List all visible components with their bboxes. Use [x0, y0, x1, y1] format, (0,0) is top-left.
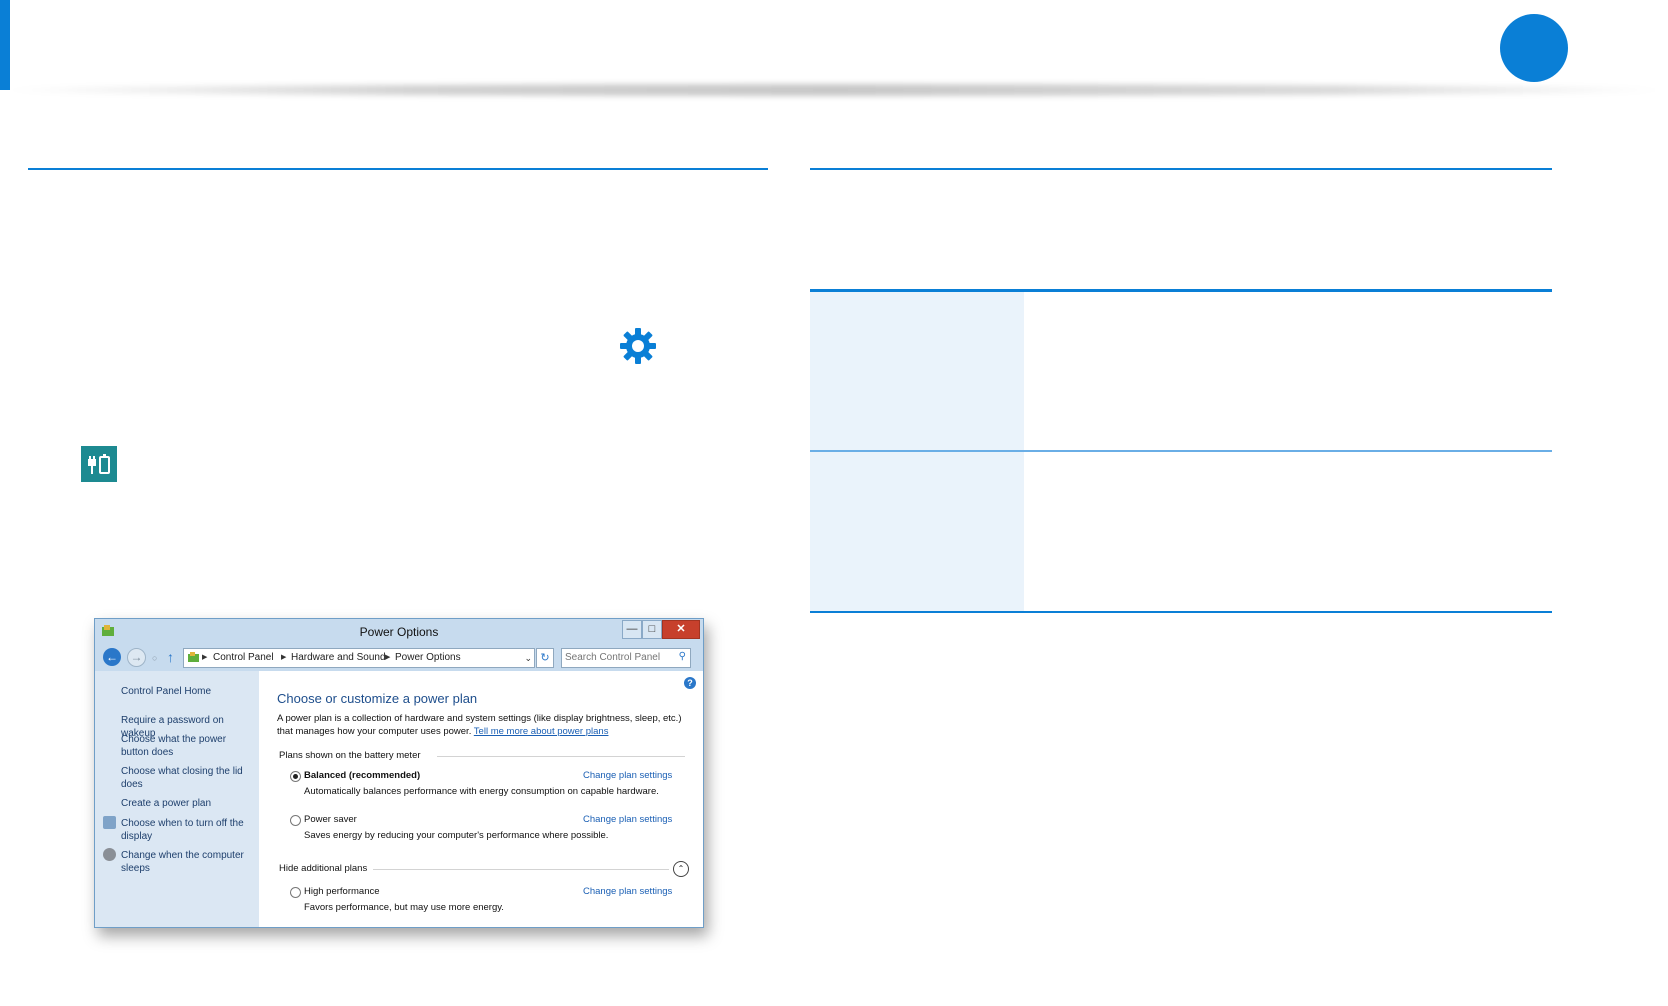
sidebar-item-power-button[interactable]: Choose what the power button does	[121, 733, 253, 759]
breadcrumb-separator-icon: ▶	[385, 654, 391, 661]
search-icon[interactable]: ⚲	[679, 651, 686, 662]
tell-me-more-link[interactable]: Tell me more about power plans	[474, 726, 609, 737]
breadcrumb-hardware-and-sound[interactable]: Hardware and Sound	[291, 649, 386, 667]
close-button[interactable]: ✕	[662, 620, 700, 639]
power-saver-plan-name[interactable]: Power saver	[304, 814, 357, 825]
chevron-up-icon[interactable]: ⌃	[673, 861, 689, 877]
balanced-plan-name[interactable]: Balanced (recommended)	[304, 770, 420, 781]
sidebar-item-turn-off-display[interactable]: Choose when to turn off the display	[121, 817, 247, 843]
up-level-button[interactable]: ↑	[167, 649, 174, 665]
balanced-change-settings-link[interactable]: Change plan settings	[583, 770, 672, 781]
breadcrumb-separator-icon: ▶	[202, 654, 208, 661]
header-shadow	[0, 84, 1668, 96]
refresh-button[interactable]: ↻	[536, 648, 554, 668]
table-bottom-border	[810, 611, 1552, 613]
address-bar[interactable]: ▶ Control Panel ▶ Hardware and Sound ▶ P…	[183, 648, 535, 668]
power-options-tile-icon	[81, 446, 117, 482]
breadcrumb-control-panel[interactable]: Control Panel	[213, 649, 274, 667]
group-divider	[437, 756, 685, 757]
back-button[interactable]: ←	[103, 648, 121, 666]
sidebar-item-computer-sleeps[interactable]: Change when the computer sleeps	[121, 849, 247, 875]
breadcrumb-power-options[interactable]: Power Options	[395, 649, 461, 667]
power-options-window: Power Options — □ ✕ ← → ○ ↑ ▶ Control Pa…	[94, 618, 704, 928]
sidebar: Control Panel Home Require a password on…	[95, 671, 259, 927]
balanced-radio[interactable]	[290, 771, 301, 782]
right-section-rule	[810, 168, 1552, 170]
balanced-plan-desc: Automatically balances performance with …	[304, 786, 659, 797]
search-box[interactable]: ⚲	[561, 648, 691, 668]
high-performance-plan-desc: Favors performance, but may use more ene…	[304, 902, 504, 913]
chevron-down-icon[interactable]: ⌄	[524, 649, 532, 667]
chapter-marker	[1500, 14, 1568, 82]
left-section-rule	[28, 168, 768, 170]
page-title: Choose or customize a power plan	[277, 691, 478, 706]
page-description: A power plan is a collection of hardware…	[277, 712, 697, 738]
recent-locations-icon[interactable]: ○	[152, 653, 157, 663]
maximize-button[interactable]: □	[642, 620, 662, 639]
sidebar-item-create-plan[interactable]: Create a power plan	[121, 797, 259, 810]
breadcrumb-separator-icon: ▶	[281, 654, 287, 661]
sleep-icon	[103, 848, 116, 861]
search-input[interactable]	[565, 650, 669, 664]
high-performance-radio[interactable]	[290, 887, 301, 898]
table-row-1-header-cell	[810, 292, 1024, 450]
high-performance-change-settings-link[interactable]: Change plan settings	[583, 886, 672, 897]
settings-gear-icon	[620, 328, 656, 364]
hide-additional-plans-label[interactable]: Hide additional plans	[279, 863, 367, 874]
power-saver-plan-desc: Saves energy by reducing your computer's…	[304, 830, 609, 841]
main-content: ? Choose or customize a power plan A pow…	[259, 671, 703, 927]
forward-button[interactable]: →	[127, 648, 146, 667]
control-panel-icon	[188, 652, 199, 662]
power-saver-radio[interactable]	[290, 815, 301, 826]
high-performance-plan-name[interactable]: High performance	[304, 886, 380, 897]
battery-plans-group-label: Plans shown on the battery meter	[279, 750, 421, 761]
minimize-button[interactable]: —	[622, 620, 642, 639]
navigation-bar: ← → ○ ↑ ▶ Control Panel ▶ Hardware and S…	[95, 645, 703, 671]
header-accent-bar	[0, 0, 10, 90]
display-icon	[103, 816, 116, 829]
power-saver-change-settings-link[interactable]: Change plan settings	[583, 814, 672, 825]
sidebar-item-control-panel-home[interactable]: Control Panel Home	[121, 685, 259, 698]
window-title: Power Options	[359, 625, 439, 639]
help-icon[interactable]: ?	[684, 677, 696, 689]
group-divider	[373, 869, 669, 870]
table-row-2-header-cell	[810, 452, 1024, 611]
window-titlebar[interactable]: Power Options — □ ✕	[95, 619, 703, 645]
sidebar-item-closing-lid[interactable]: Choose what closing the lid does	[121, 765, 247, 791]
